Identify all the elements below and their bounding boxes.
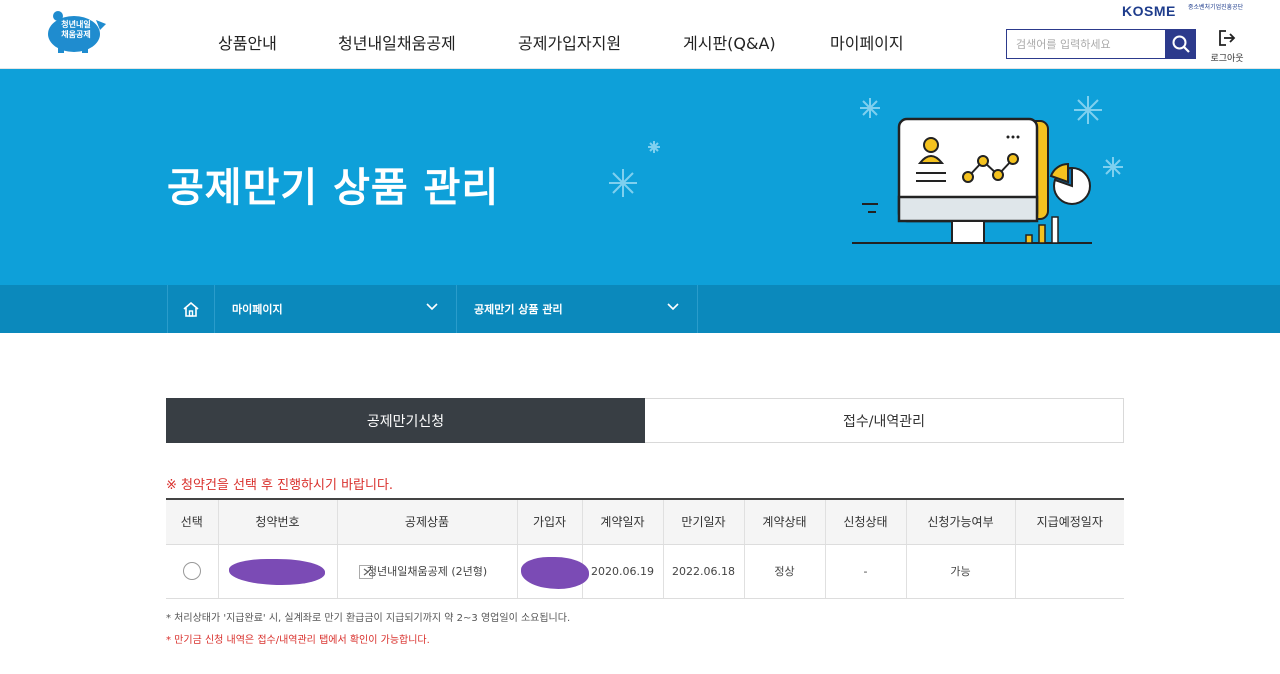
col-header-member: 가입자 [516,498,582,545]
tab-maturity-apply[interactable]: 공제만기신청 [166,398,645,443]
logo-text-line1: 청년내일 [61,20,91,29]
cell-contract-no [217,544,373,599]
nav-item-board[interactable]: 게시판(Q&A) [683,30,776,54]
page-banner: 공제만기 상품 관리 [0,69,1280,285]
site-header: 청년내일 채움공제 상품안내 청년내일채움공제 공제가입자지원 게시판(Q&A)… [0,0,1280,69]
breadcrumb-item-mypage[interactable]: 마이페이지 [215,285,457,333]
nav-item-mypage[interactable]: 마이페이지 [830,30,904,54]
col-header-maturity-date: 만기일자 [662,498,744,545]
table-row: 청년내일채움공제 (2년형) 2020.06.19 2022.06.18 정상 … [166,544,1124,599]
search-input[interactable] [1007,30,1165,58]
maturity-table: 선택 청약번호 공제상품 가입자 계약일자 만기일자 계약상태 신청상태 신청가… [166,498,1124,599]
cell-maturity-date: 2022.06.18 [662,544,744,599]
cell-select [166,544,218,599]
logo-text-line2: 채움공제 [61,30,91,39]
col-header-select: 선택 [166,498,218,545]
breadcrumb-item-label: 공제만기 상품 관리 [474,303,563,316]
kosme-logo[interactable]: KOSME [1122,3,1176,19]
col-header-apply-status: 신청상태 [824,498,906,545]
nav-item-member-support[interactable]: 공제가입자지원 [518,30,621,54]
search-icon [1172,35,1190,53]
breadcrumb-item-label: 마이페이지 [232,303,283,316]
notice-text: ※ 청약건을 선택 후 진행하시기 바랍니다. [166,478,394,493]
nav-item-products[interactable]: 상품안내 [218,30,277,54]
col-header-contract-status: 계약상태 [743,498,825,545]
cell-product: 청년내일채움공제 (2년형) [336,544,517,599]
search-button[interactable] [1165,29,1196,59]
chevron-down-icon [426,303,438,311]
tab-history[interactable]: 접수/내역관리 [645,398,1124,443]
table-header-row: 선택 청약번호 공제상품 가입자 계약일자 만기일자 계약상태 신청상태 신청가… [166,498,1124,545]
col-header-product: 공제상품 [336,498,517,545]
logout-label: 로그아웃 [1210,54,1244,64]
site-logo[interactable]: 청년내일 채움공제 [44,8,110,54]
cell-contract-status: 정상 [743,544,825,599]
col-header-payment-date: 지급예정일자 [1014,498,1124,545]
nav-item-youth-fund[interactable]: 청년내일채움공제 [338,30,456,54]
breadcrumb: 마이페이지 공제만기 상품 관리 [0,285,1280,333]
cell-apply-status: - [824,544,906,599]
cell-payment-date [1014,544,1124,599]
logout-icon [1219,30,1236,46]
page-title: 공제만기 상품 관리 [167,165,500,211]
search-box [1006,29,1196,59]
footnote-processing: * 처리상태가 '지급완료' 시, 실계좌로 만기 환급금이 지급되기까지 약 … [166,613,571,624]
tab-bar: 공제만기신청 접수/내역관리 [166,398,1124,443]
breadcrumb-home[interactable] [167,285,215,333]
cell-apply-possible: 가능 [905,544,1015,599]
col-header-contract-date: 계약일자 [581,498,663,545]
cell-contract-date: 2020.06.19 [581,544,663,599]
logout-button[interactable]: 로그아웃 [1208,30,1246,64]
breadcrumb-item-maturity[interactable]: 공제만기 상품 관리 [457,285,698,333]
home-icon [183,301,199,317]
col-header-contract-no: 청약번호 [217,498,337,545]
row-select-radio[interactable] [182,562,201,580]
redacted-member-name [520,556,589,589]
redacted-contract-no [228,558,325,585]
chevron-down-icon [667,303,679,311]
footnote-history: * 만기금 신청 내역은 접수/내역관리 탭에서 확인이 가능합니다. [166,635,430,646]
col-header-apply-possible: 신청가능여부 [905,498,1015,545]
cell-member [516,544,589,599]
kosme-subtitle: 중소벤처기업진흥공단 [1188,4,1244,11]
